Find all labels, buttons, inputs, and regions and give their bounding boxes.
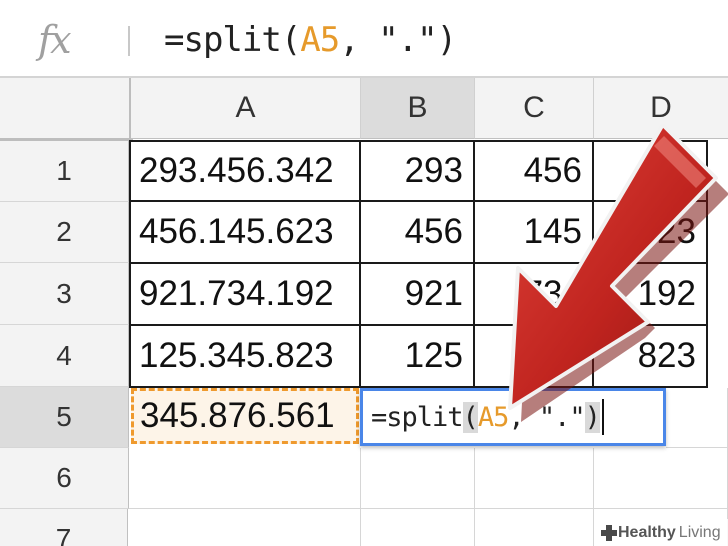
- cell-c7[interactable]: [475, 509, 594, 546]
- cell-b7[interactable]: [361, 509, 475, 546]
- cell-d1[interactable]: 342: [594, 140, 708, 202]
- spreadsheet-grid: A B C D 1 2 3 4 5 6 7 293.456.342 293 45…: [0, 78, 728, 546]
- plus-icon: [601, 524, 617, 541]
- cell-c3[interactable]: 734: [475, 264, 594, 326]
- formula-reference: A5: [300, 20, 340, 60]
- column-header-b[interactable]: B: [361, 78, 475, 139]
- cell-c1[interactable]: 456: [475, 140, 594, 202]
- cell-a4[interactable]: 125.345.823: [129, 326, 361, 388]
- editor-open-paren: (: [462, 401, 479, 433]
- watermark-brand-secondary: Living: [678, 523, 721, 541]
- formula-bar-divider: [128, 26, 130, 56]
- cell-d4[interactable]: 823: [594, 326, 708, 388]
- watermark-brand: Healthy: [618, 523, 676, 541]
- row-header-6[interactable]: 6: [0, 448, 129, 509]
- cell-c6[interactable]: [475, 448, 594, 509]
- cell-a7[interactable]: [129, 509, 361, 546]
- row-header-4[interactable]: 4: [0, 325, 129, 387]
- cell-d3[interactable]: 192: [594, 264, 708, 326]
- cell-d6[interactable]: [594, 448, 728, 509]
- row-header-5[interactable]: 5: [0, 387, 129, 448]
- select-all-corner[interactable]: [0, 78, 133, 142]
- row-header-1[interactable]: 1: [0, 141, 129, 202]
- formula-input[interactable]: =split(A5, "."): [164, 20, 457, 60]
- row-header-3[interactable]: 3: [0, 263, 129, 325]
- formula-suffix: , "."): [339, 20, 457, 60]
- cell-b3[interactable]: 921: [361, 264, 475, 326]
- cell-b1[interactable]: 293: [361, 140, 475, 202]
- cell-a5-referenced[interactable]: 345.876.561: [131, 388, 359, 444]
- text-caret: [601, 399, 604, 435]
- cell-d2[interactable]: 623: [594, 202, 708, 264]
- cell-b2[interactable]: 456: [361, 202, 475, 264]
- row-header-2[interactable]: 2: [0, 202, 129, 263]
- editor-reference: A5: [477, 401, 510, 433]
- cell-e5[interactable]: [666, 388, 728, 448]
- cell-a1[interactable]: 293.456.342: [129, 140, 361, 202]
- formula-bar: fx =split(A5, "."): [0, 0, 728, 78]
- editor-close-paren: ): [584, 401, 601, 433]
- row-header-7[interactable]: 7: [0, 509, 128, 546]
- formula-prefix: =split(: [164, 20, 301, 60]
- cell-c2[interactable]: 145: [475, 202, 594, 264]
- editor-suffix: , ".": [508, 401, 585, 433]
- cell-b4[interactable]: 125: [361, 326, 475, 388]
- cell-c4[interactable]: 345: [475, 326, 594, 388]
- cell-a3[interactable]: 921.734.192: [129, 264, 361, 326]
- column-header-d[interactable]: D: [594, 78, 728, 139]
- column-header-c[interactable]: C: [475, 78, 594, 139]
- cell-b6[interactable]: [361, 448, 475, 509]
- fx-icon: fx: [38, 18, 71, 62]
- cell-editor-b5[interactable]: =split(A5, "."): [360, 388, 666, 446]
- cell-a6[interactable]: [129, 448, 361, 509]
- healthy-living-watermark: Healthy Living: [596, 519, 728, 546]
- column-header-a[interactable]: A: [131, 78, 361, 139]
- cell-a2[interactable]: 456.145.623: [129, 202, 361, 264]
- editor-prefix: =split: [371, 401, 464, 433]
